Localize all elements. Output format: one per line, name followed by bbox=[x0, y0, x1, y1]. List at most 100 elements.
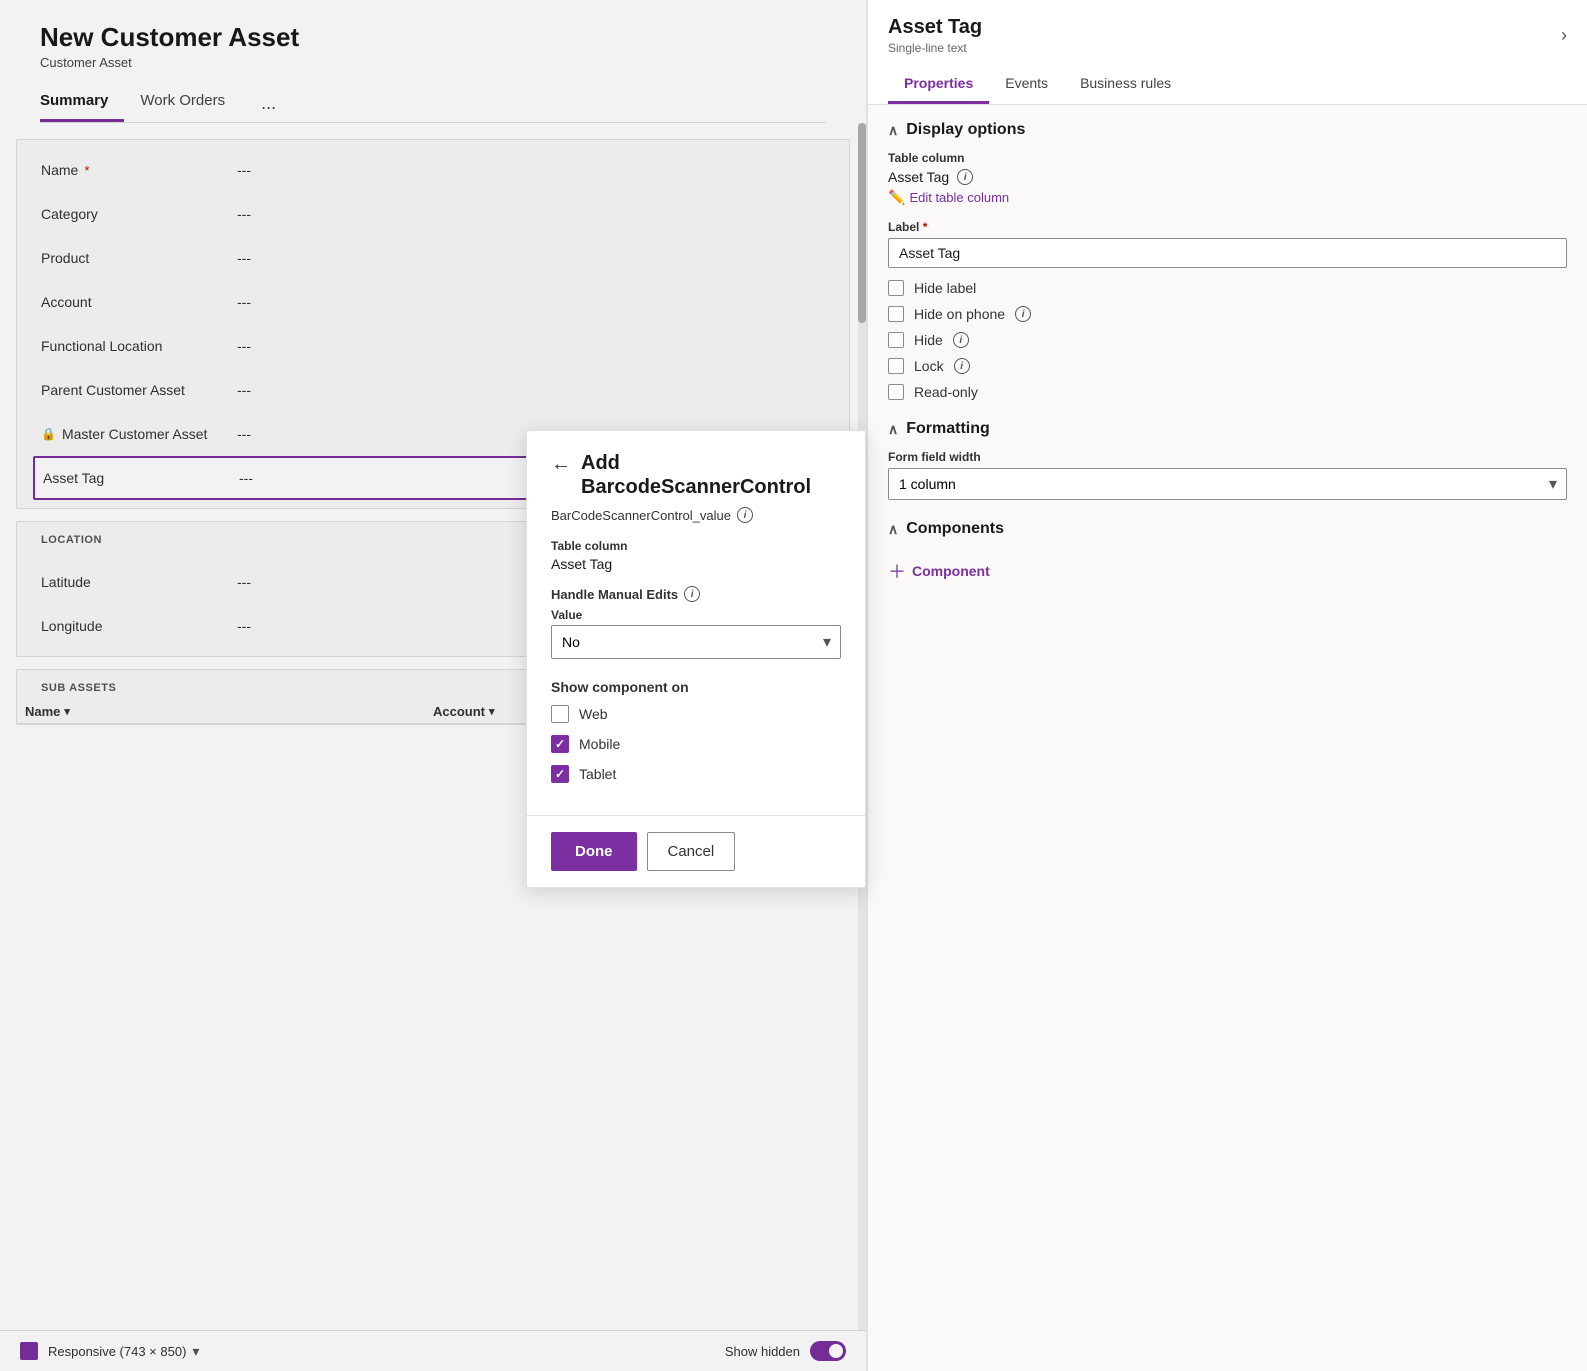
page-subtitle: Customer Asset bbox=[40, 55, 826, 70]
field-value-longitude[interactable]: --- bbox=[237, 618, 251, 634]
hide-on-phone-checkbox[interactable] bbox=[888, 306, 904, 322]
display-options-header: ∧ Display options bbox=[888, 121, 1567, 139]
show-on-web-row: Web bbox=[551, 705, 841, 723]
form-field-width-select[interactable]: 1 column 2 columns 3 columns bbox=[888, 468, 1567, 500]
tab-more-button[interactable]: ... bbox=[257, 85, 280, 122]
panel-tab-events[interactable]: Events bbox=[989, 67, 1064, 104]
lock-checkbox[interactable] bbox=[888, 358, 904, 374]
field-label-name: Name * bbox=[41, 162, 221, 178]
lock-icon: 🔒 bbox=[41, 427, 56, 441]
tab-bar: Summary Work Orders ... bbox=[40, 84, 826, 123]
form-field-width-wrapper: 1 column 2 columns 3 columns bbox=[888, 468, 1567, 500]
field-value-account[interactable]: --- bbox=[237, 294, 251, 310]
field-value-master-customer-asset[interactable]: --- bbox=[237, 426, 251, 442]
page-header: New Customer Asset Customer Asset Summar… bbox=[0, 0, 866, 123]
back-arrow-button[interactable]: ← bbox=[551, 453, 571, 476]
scrollbar-thumb[interactable] bbox=[858, 123, 866, 323]
responsive-selector[interactable]: Responsive (743 × 850) ▾ bbox=[20, 1342, 199, 1360]
display-options-title: Display options bbox=[906, 121, 1025, 139]
handle-edits-info-icon: i bbox=[684, 586, 700, 602]
field-value-product[interactable]: --- bbox=[237, 250, 251, 266]
field-row-account: Account --- bbox=[33, 280, 833, 324]
dialog-value-label: Value bbox=[551, 608, 841, 622]
add-barcode-dialog: ← Add BarcodeScannerControl BarCodeScann… bbox=[526, 430, 866, 888]
value-select[interactable]: No Yes bbox=[551, 625, 841, 659]
components-chevron-icon[interactable]: ∧ bbox=[888, 521, 898, 538]
field-value-asset-tag[interactable]: --- bbox=[239, 470, 253, 486]
components-header: ∧ Components bbox=[888, 520, 1567, 538]
panel-tabs: Properties Events Business rules bbox=[888, 67, 1567, 104]
field-label-parent-customer-asset: Parent Customer Asset bbox=[41, 382, 221, 398]
formatting-title: Formatting bbox=[906, 420, 990, 438]
dialog-table-column-label: Table column bbox=[551, 539, 841, 553]
tab-work-orders[interactable]: Work Orders bbox=[140, 84, 241, 122]
field-row-category: Category --- bbox=[33, 192, 833, 236]
hide-label-text: Hide label bbox=[914, 280, 976, 296]
show-on-tablet-row: Tablet bbox=[551, 765, 841, 783]
table-column-prop-row: Asset Tag i bbox=[888, 169, 1567, 185]
main-form-area: New Customer Asset Customer Asset Summar… bbox=[0, 0, 867, 1371]
field-value-category[interactable]: --- bbox=[237, 206, 251, 222]
show-hidden-toggle[interactable] bbox=[810, 1341, 846, 1361]
panel-collapse-icon[interactable]: › bbox=[1561, 25, 1567, 46]
dialog-title-row: ← Add BarcodeScannerControl bbox=[551, 451, 841, 499]
field-value-name[interactable]: --- bbox=[237, 162, 251, 178]
panel-tab-properties[interactable]: Properties bbox=[888, 67, 989, 104]
dialog-footer: Done Cancel bbox=[527, 815, 865, 887]
lock-text: Lock bbox=[914, 358, 944, 374]
show-on-mobile-row: Mobile bbox=[551, 735, 841, 753]
lock-info-icon: i bbox=[954, 358, 970, 374]
field-value-functional-location[interactable]: --- bbox=[237, 338, 251, 354]
hide-checkbox[interactable] bbox=[888, 332, 904, 348]
field-label-longitude: Longitude bbox=[41, 618, 221, 634]
tab-summary[interactable]: Summary bbox=[40, 84, 124, 122]
hide-label-checkbox[interactable] bbox=[888, 280, 904, 296]
dialog-subtitle-row: BarCodeScannerControl_value i bbox=[551, 507, 841, 523]
field-label-asset-tag: Asset Tag bbox=[43, 470, 223, 486]
field-label-master-customer-asset: 🔒 Master Customer Asset bbox=[41, 426, 221, 442]
cancel-button[interactable]: Cancel bbox=[647, 832, 736, 871]
field-label-category: Category bbox=[41, 206, 221, 222]
dialog-table-column-value: Asset Tag bbox=[551, 556, 841, 572]
field-value-latitude[interactable]: --- bbox=[237, 574, 251, 590]
dialog-subtitle: BarCodeScannerControl_value bbox=[551, 508, 731, 523]
show-hidden-label: Show hidden bbox=[725, 1344, 800, 1359]
show-on-label: Show component on bbox=[551, 679, 841, 695]
panel-tab-business-rules[interactable]: Business rules bbox=[1064, 67, 1187, 104]
done-button[interactable]: Done bbox=[551, 832, 637, 871]
add-component-button[interactable]: ＋ Component bbox=[888, 550, 1567, 592]
table-column-prop-value: Asset Tag bbox=[888, 169, 949, 185]
dialog-inner: ← Add BarcodeScannerControl BarCodeScann… bbox=[527, 431, 865, 815]
hide-text: Hide bbox=[914, 332, 943, 348]
value-select-wrapper: No Yes bbox=[551, 625, 841, 659]
right-panel: Asset Tag Single-line text › Properties … bbox=[867, 0, 1587, 1371]
read-only-checkbox[interactable] bbox=[888, 384, 904, 400]
edit-table-column-link[interactable]: ✏️ Edit table column bbox=[888, 189, 1567, 206]
display-options-chevron-icon[interactable]: ∧ bbox=[888, 122, 898, 139]
show-on-tablet-label: Tablet bbox=[579, 766, 616, 782]
hide-info-icon: i bbox=[953, 332, 969, 348]
show-on-mobile-label: Mobile bbox=[579, 736, 620, 752]
field-row-product: Product --- bbox=[33, 236, 833, 280]
display-options-section: ∧ Display options Table column Asset Tag… bbox=[888, 121, 1567, 400]
label-input[interactable] bbox=[888, 238, 1567, 268]
show-on-tablet-checkbox[interactable] bbox=[551, 765, 569, 783]
components-title: Components bbox=[906, 520, 1004, 538]
add-component-label: Component bbox=[912, 563, 990, 579]
panel-subtitle: Single-line text bbox=[888, 41, 982, 55]
show-on-mobile-checkbox[interactable] bbox=[551, 735, 569, 753]
responsive-icon bbox=[20, 1342, 38, 1360]
field-row-parent-customer-asset: Parent Customer Asset --- bbox=[33, 368, 833, 412]
components-section: ∧ Components ＋ Component bbox=[888, 520, 1567, 592]
checkbox-hide-label: Hide label bbox=[888, 280, 1567, 296]
form-field-width-label: Form field width bbox=[888, 450, 1567, 464]
sub-col-name: Name ▾ bbox=[25, 704, 433, 719]
panel-body: ∧ Display options Table column Asset Tag… bbox=[868, 105, 1587, 1371]
formatting-chevron-icon[interactable]: ∧ bbox=[888, 421, 898, 438]
show-on-web-checkbox[interactable] bbox=[551, 705, 569, 723]
field-value-parent-customer-asset[interactable]: --- bbox=[237, 382, 251, 398]
responsive-chevron-icon: ▾ bbox=[192, 1343, 199, 1360]
sort-icon-name: ▾ bbox=[64, 705, 70, 718]
subtitle-info-icon: i bbox=[737, 507, 753, 523]
panel-title: Asset Tag bbox=[888, 16, 982, 39]
